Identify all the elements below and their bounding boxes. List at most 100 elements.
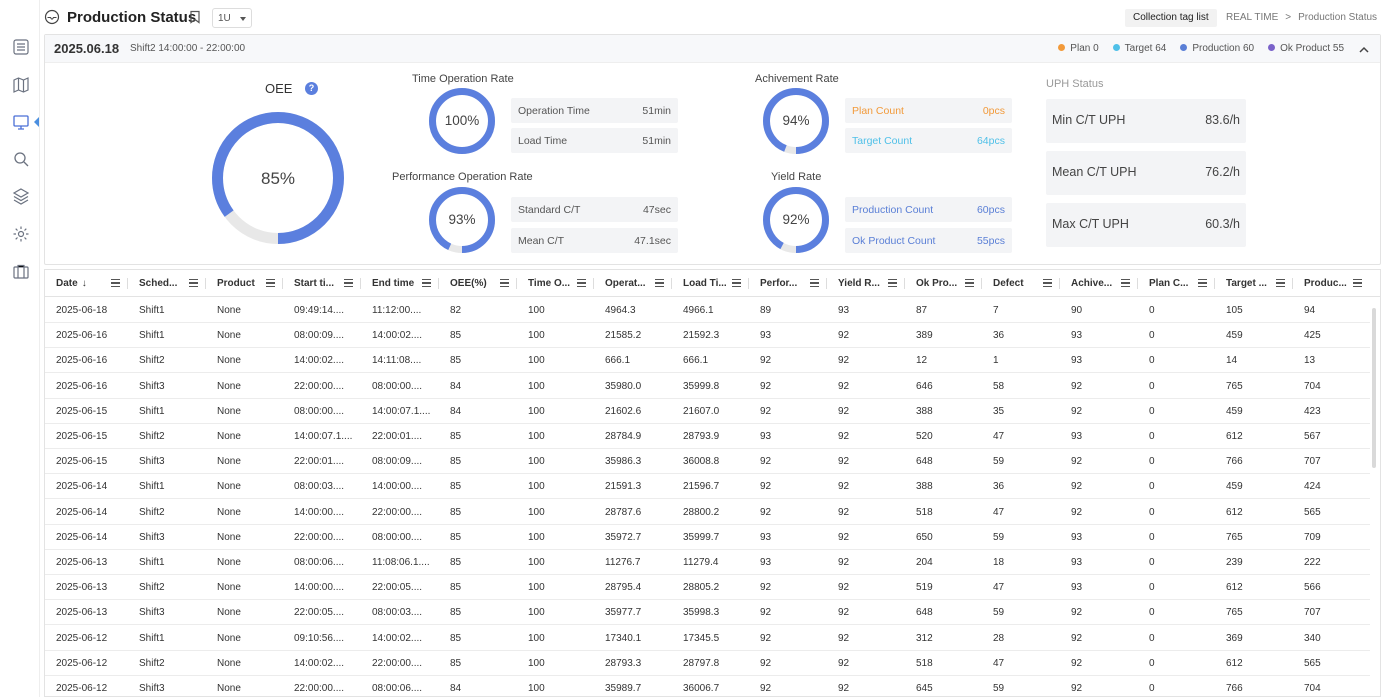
table-row[interactable]: 2025-06-14 Shift3 None 22:00:00.... 08:00:00… — [45, 525, 1370, 550]
column-header[interactable]: Yield R... — [827, 270, 905, 297]
legend-dot — [1180, 44, 1188, 51]
table-cell: 2025-06-14 — [56, 531, 108, 543]
table-cell: 707 — [1304, 607, 1321, 619]
column-header[interactable]: Produc... — [1293, 270, 1370, 297]
kv-label: Load Time — [518, 135, 568, 147]
vertical-scrollbar[interactable] — [1372, 308, 1376, 468]
bookmark-icon[interactable] — [188, 10, 202, 24]
table-cell: 0 — [1149, 355, 1155, 367]
table-cell: 646 — [916, 380, 933, 392]
column-header[interactable]: Product — [206, 270, 283, 297]
menu-icon[interactable] — [9, 35, 33, 59]
table-row[interactable]: 2025-06-14 Shift2 None 14:00:00.... 22:00:00… — [45, 500, 1370, 525]
table-row[interactable]: 2025-06-12 Shift3 None 22:00:00.... 08:00:06… — [45, 676, 1370, 696]
table-cell: 0 — [1149, 632, 1155, 644]
chevron-up-icon[interactable] — [1358, 43, 1370, 55]
column-header-label: Achive... — [1071, 278, 1113, 289]
unit-select[interactable]: 1U — [212, 8, 252, 28]
column-header[interactable]: Sched... — [128, 270, 206, 297]
column-header[interactable]: Target ... — [1215, 270, 1293, 297]
column-menu-icon[interactable] — [655, 279, 664, 287]
column-header[interactable]: Perfor... — [749, 270, 827, 297]
help-icon[interactable]: ? — [305, 82, 318, 95]
table-cell: 85 — [450, 582, 462, 594]
column-menu-icon[interactable] — [1276, 279, 1285, 287]
column-menu-icon[interactable] — [732, 279, 741, 287]
table-row[interactable]: 2025-06-15 Shift1 None 08:00:00.... 14:00:07… — [45, 399, 1370, 424]
performance-operation-title: Performance Operation Rate — [392, 171, 533, 183]
column-menu-icon[interactable] — [111, 279, 120, 287]
oee-value: 85% — [260, 169, 296, 188]
legend: Plan 0 Target 64 Production 60 Ok Produc… — [1058, 43, 1344, 54]
table-row[interactable]: 2025-06-16 Shift2 None 14:00:02.... 14:11:08… — [45, 348, 1370, 374]
table-cell: 14 — [1226, 355, 1238, 367]
column-menu-icon[interactable] — [1353, 279, 1362, 287]
column-header[interactable]: Load Ti... — [672, 270, 749, 297]
column-menu-icon[interactable] — [500, 279, 509, 287]
table-cell: 17345.5 — [683, 632, 720, 644]
column-menu-icon[interactable] — [965, 279, 974, 287]
column-header[interactable]: Start ti... — [283, 270, 361, 297]
table-row[interactable]: 2025-06-16 Shift3 None 22:00:00.... 08:00:00… — [45, 374, 1370, 399]
column-header[interactable]: Date ↓ — [45, 270, 128, 297]
gear-icon[interactable] — [9, 222, 33, 246]
column-menu-icon[interactable] — [266, 279, 275, 287]
table-row[interactable]: 2025-06-12 Shift1 None 09:10:56.... 14:00:02… — [45, 626, 1370, 651]
column-menu-icon[interactable] — [577, 279, 586, 287]
table-cell: 92 — [838, 380, 850, 392]
table-cell: 100 — [528, 657, 545, 669]
table-row[interactable]: 2025-06-13 Shift2 None 14:00:00.... 22:00:05… — [45, 575, 1370, 601]
column-header[interactable]: Defect — [982, 270, 1060, 297]
column-menu-icon[interactable] — [1043, 279, 1052, 287]
table-cell: 14:00:02.... — [294, 657, 345, 669]
sort-arrow-icon[interactable]: ↓ — [82, 278, 87, 289]
table-cell: 92 — [1071, 657, 1083, 669]
breadcrumb-item[interactable]: REAL TIME — [1226, 12, 1278, 23]
monitor-icon[interactable] — [9, 110, 33, 134]
map-icon[interactable] — [9, 73, 33, 97]
table-cell: 93 — [1071, 557, 1083, 568]
table-cell: 89 — [760, 305, 772, 316]
column-menu-icon[interactable] — [189, 279, 198, 287]
table-row[interactable]: 2025-06-16 Shift1 None 08:00:09.... 14:00:02… — [45, 323, 1370, 349]
box-icon[interactable] — [9, 260, 33, 284]
table-cell: 92 — [838, 481, 850, 493]
table-row[interactable]: 2025-06-18 Shift1 None 09:49:14.... 11:12:00… — [45, 298, 1370, 323]
table-cell: 648 — [916, 607, 933, 619]
column-menu-icon[interactable] — [344, 279, 353, 287]
table-row[interactable]: 2025-06-13 Shift3 None 22:00:05.... 08:00:03… — [45, 600, 1370, 626]
table-cell: 92 — [760, 355, 772, 367]
column-header[interactable]: Time O... — [517, 270, 594, 297]
uph-value: 60.3/h — [1205, 217, 1240, 231]
column-header[interactable]: Operat... — [594, 270, 672, 297]
table-cell: 459 — [1226, 330, 1243, 342]
table-row[interactable]: 2025-06-15 Shift2 None 14:00:07.1.... 22:00:… — [45, 424, 1370, 449]
column-header[interactable]: Ok Pro... — [905, 270, 982, 297]
column-header[interactable]: End time — [361, 270, 439, 297]
collection-tag-list-button[interactable]: Collection tag list — [1125, 9, 1217, 27]
layers-icon[interactable] — [9, 184, 33, 208]
column-menu-icon[interactable] — [1198, 279, 1207, 287]
table-cell: 22:00:00.... — [372, 506, 423, 518]
table-cell: 35972.7 — [605, 531, 642, 543]
table-cell: 520 — [916, 431, 933, 442]
search-icon[interactable] — [9, 147, 33, 171]
column-menu-icon[interactable] — [422, 279, 431, 287]
table-row[interactable]: 2025-06-14 Shift1 None 08:00:03.... 14:00:00… — [45, 474, 1370, 500]
column-header-label: OEE(%) — [450, 278, 487, 289]
table-row[interactable]: 2025-06-13 Shift1 None 08:00:06.... 11:08:06… — [45, 550, 1370, 575]
table-cell: 36 — [993, 330, 1005, 342]
table-row[interactable]: 2025-06-12 Shift2 None 14:00:02.... 22:00:00… — [45, 651, 1370, 676]
column-menu-icon[interactable] — [810, 279, 819, 287]
column-menu-icon[interactable] — [888, 279, 897, 287]
table-row[interactable]: 2025-06-15 Shift3 None 22:00:01.... 08:00:09… — [45, 449, 1370, 475]
table-cell: 84 — [450, 683, 462, 694]
table-cell: 12 — [916, 355, 928, 367]
column-header[interactable]: Plan C... — [1138, 270, 1215, 297]
column-header[interactable]: Achive... — [1060, 270, 1138, 297]
table-cell: 11279.4 — [683, 557, 719, 568]
column-menu-icon[interactable] — [1121, 279, 1130, 287]
table-cell: 92 — [760, 380, 772, 392]
breadcrumb-item: Production Status — [1298, 12, 1378, 23]
column-header[interactable]: OEE(%) — [439, 270, 517, 297]
